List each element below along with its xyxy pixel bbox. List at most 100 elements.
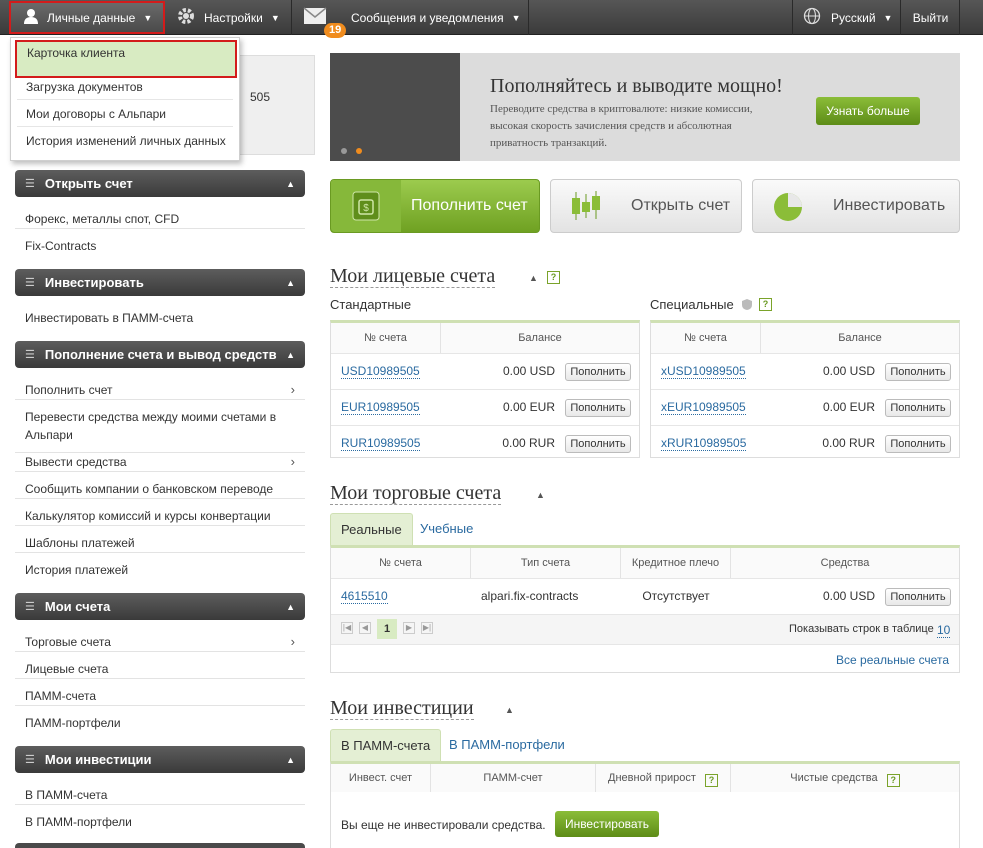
personal-accounts-heading[interactable]: Мои лицевые счета [330, 265, 496, 288]
all-real-accounts-link[interactable]: Все реальные счета [836, 653, 949, 667]
account-type: alpari.fix-contracts [481, 589, 579, 603]
menu-item-client-card[interactable]: Карточка клиента [15, 40, 237, 78]
sidebar-link-payment-templates[interactable]: Шаблоны платежей [15, 534, 305, 553]
sidebar-section-deposit-withdraw[interactable]: ☰ Пополнение счета и вывод средств ▲ [15, 341, 305, 368]
sidebar-link-pamm-accounts[interactable]: ПАММ-счета [15, 687, 305, 706]
collapse-icon[interactable]: ▲ [529, 273, 538, 283]
help-icon[interactable]: ? [759, 298, 772, 311]
sidebar-link-withdraw[interactable]: Вывести средства › [15, 453, 305, 472]
account-link[interactable]: EUR10989505 [341, 400, 420, 415]
sidebar-link-label: Вывести средства [25, 455, 127, 469]
standard-accounts-label: Стандартные [330, 297, 412, 312]
messages-menu[interactable]: 19 Сообщения и уведомления ▼ [293, 0, 529, 38]
menu-item-personal-data-history[interactable]: История изменений личных данных [17, 128, 233, 154]
column-header-label: Дневной прирост [608, 772, 696, 784]
tab-pamm-portfolios[interactable]: В ПАММ-портфели [439, 729, 575, 761]
table-row: xUSD10989505 0.00 USD Пополнить [651, 353, 959, 389]
open-account-big-button[interactable]: Открыть счет [550, 179, 742, 233]
collapse-icon: ▲ [286, 601, 295, 612]
deposit-button[interactable]: Пополнить [885, 588, 951, 606]
dropdown-arrow-icon: ▼ [143, 12, 153, 23]
sidebar-link-pamm-portfolios[interactable]: ПАММ-портфели [15, 714, 305, 732]
next-page-icon[interactable]: ▶ [403, 622, 415, 634]
deposit-button[interactable]: Пополнить [885, 399, 951, 417]
prev-page-icon[interactable]: ◀ [359, 622, 371, 634]
sidebar-section-title: Инвестировать [44, 275, 144, 290]
sidebar-link-investments-portfolios[interactable]: В ПАММ-портфели [15, 813, 305, 831]
sidebar-link-invest-pamm[interactable]: Инвестировать в ПАММ-счета [15, 309, 305, 327]
trading-accounts-heading[interactable]: Мои торговые счета [330, 482, 502, 505]
trading-accounts-table: № счета Тип счета Кредитное плечо Средст… [330, 545, 960, 673]
pagination-bar: |◀ ◀ 1 ▶ ▶| Показывать строк в таблице 1… [331, 614, 959, 644]
invest-button[interactable]: Инвестировать [555, 811, 659, 837]
sidebar-link-label: Пополнить счет [25, 383, 113, 397]
language-menu[interactable]: Русский ▼ [792, 0, 901, 35]
first-page-icon[interactable]: |◀ [341, 622, 353, 634]
rows-per-page-label: Показывать строк в таблице [789, 623, 934, 635]
settings-menu[interactable]: Настройки ▼ [166, 0, 292, 35]
sidebar-link-investments-pamm[interactable]: В ПАММ-счета [15, 786, 305, 805]
sidebar-link-fix-contracts[interactable]: Fix-Contracts [15, 237, 305, 255]
account-link[interactable]: xRUR10989505 [661, 436, 747, 451]
menu-item-my-agreements[interactable]: Мои договоры с Альпари [17, 101, 233, 127]
collapse-icon[interactable]: ▲ [536, 490, 545, 500]
invest-big-button[interactable]: Инвестировать [752, 179, 960, 233]
banner-text: Переводите средства в криптовалюте: низк… [490, 103, 753, 149]
help-icon[interactable]: ? [704, 774, 718, 787]
logout-button[interactable]: Выйти [902, 0, 960, 35]
table-row: EUR10989505 0.00 EUR Пополнить [331, 389, 639, 425]
account-link[interactable]: xEUR10989505 [661, 400, 746, 415]
chevron-right-icon: › [290, 382, 295, 397]
chevron-right-icon: › [290, 454, 295, 469]
chevron-right-icon: › [290, 634, 295, 649]
sidebar-section-title: Открыть счет [44, 176, 133, 191]
last-page-icon[interactable]: ▶| [421, 622, 433, 634]
sidebar-link-deposit[interactable]: Пополнить счет › [15, 381, 305, 400]
deposit-button[interactable]: Пополнить [885, 363, 951, 381]
special-accounts-label: Специальные [650, 297, 734, 312]
deposit-button[interactable]: Пополнить [885, 435, 951, 453]
account-link[interactable]: USD10989505 [341, 364, 420, 379]
trading-accounts-tabs: Реальные Учебные [330, 513, 960, 545]
account-link[interactable]: xUSD10989505 [661, 364, 746, 379]
tab-real[interactable]: Реальные [330, 513, 413, 545]
sidebar-link-transfer[interactable]: Перевести средства между моими счетами в… [15, 408, 305, 453]
balance-value: 0.00 USD [502, 364, 555, 378]
sidebar-section-my-accounts[interactable]: ☰ Мои счета ▲ [15, 593, 305, 620]
help-icon[interactable]: ? [547, 271, 560, 284]
svg-text:$: $ [363, 203, 369, 214]
sidebar-section-title: Мои инвестиции [44, 752, 152, 767]
carousel-dot-active[interactable] [356, 148, 362, 154]
account-link[interactable]: 4615510 [341, 589, 388, 604]
deposit-button[interactable]: Пополнить [565, 399, 631, 417]
tab-pamm-accounts[interactable]: В ПАММ-счета [330, 729, 442, 761]
sidebar-section-my-investments[interactable]: ☰ Мои инвестиции ▲ [15, 746, 305, 773]
rows-per-page-select[interactable]: 10 [937, 623, 951, 638]
settings-label: Настройки [204, 10, 263, 25]
current-page[interactable]: 1 [377, 619, 397, 639]
tab-demo[interactable]: Учебные [410, 513, 483, 545]
collapse-icon: ▲ [286, 178, 295, 189]
learn-more-button[interactable]: Узнать больше [816, 97, 920, 125]
carousel-dot[interactable] [341, 148, 347, 154]
deposit-big-button[interactable]: $ Пополнить счет [330, 179, 540, 233]
sidebar-section-invest[interactable]: ☰ Инвестировать ▲ [15, 269, 305, 296]
help-icon[interactable]: ? [886, 774, 900, 787]
personal-data-menu[interactable]: Личные данные ▼ [9, 1, 165, 34]
sidebar-link-payment-history[interactable]: История платежей [15, 561, 305, 579]
deposit-button[interactable]: Пополнить [565, 435, 631, 453]
account-link[interactable]: RUR10989505 [341, 436, 421, 451]
sidebar-link-trading-accounts[interactable]: Торговые счета › [15, 633, 305, 652]
collapse-icon[interactable]: ▲ [505, 705, 514, 715]
list-icon: ☰ [25, 754, 35, 766]
open-account-big-button-label: Открыть счет [631, 197, 731, 214]
sidebar-section-open-account[interactable]: ☰ Открыть счет ▲ [15, 170, 305, 197]
personal-data-label: Личные данные [47, 10, 136, 25]
sidebar-link-bank-transfer-notice[interactable]: Сообщить компании о банковском переводе [15, 480, 305, 499]
sidebar-link-forex[interactable]: Форекс, металлы спот, CFD [15, 210, 305, 229]
menu-item-document-upload[interactable]: Загрузка документов [17, 74, 233, 100]
sidebar-link-personal-accounts[interactable]: Лицевые счета [15, 660, 305, 679]
sidebar-link-fee-calculator[interactable]: Калькулятор комиссий и курсы конвертации [15, 507, 305, 526]
deposit-button[interactable]: Пополнить [565, 363, 631, 381]
investments-heading[interactable]: Мои инвестиции [330, 697, 474, 720]
